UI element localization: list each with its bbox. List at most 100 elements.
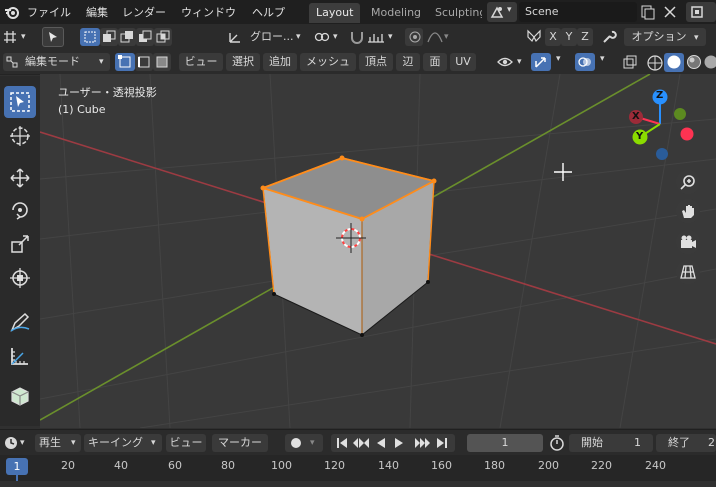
playback-dropdown[interactable]: 再生 ▾: [35, 434, 81, 452]
mirror-z-toggle[interactable]: Z: [577, 28, 593, 46]
chevron-down-icon: ▾: [444, 32, 449, 42]
frame-start-field[interactable]: 開始 1: [569, 434, 653, 452]
mirror-butterfly-icon[interactable]: [526, 29, 542, 45]
scene-selector-button[interactable]: ▾: [487, 2, 517, 22]
menu-uv[interactable]: UV: [450, 53, 476, 71]
tool-measure[interactable]: [4, 340, 36, 372]
mirror-x-toggle[interactable]: X: [545, 28, 561, 46]
ruler-tick: 80: [221, 459, 235, 472]
select-mode-subtract-button[interactable]: [118, 28, 136, 46]
new-scene-icon[interactable]: [640, 4, 656, 20]
chevron-down-icon: ▾: [310, 438, 315, 448]
tab-layout[interactable]: Layout: [309, 3, 361, 23]
timeline-ruler[interactable]: 1 20 40 60 80 100 120 140 160 180 200 22…: [0, 455, 716, 487]
tool-transform[interactable]: [4, 262, 36, 294]
playhead-frame-indicator[interactable]: 1: [6, 458, 28, 475]
proportional-falloff-dropdown[interactable]: ▾: [426, 28, 454, 46]
visibility-dropdown[interactable]: ▾: [496, 53, 528, 71]
frame-end-field[interactable]: 終了 2: [656, 434, 716, 452]
active-object-label: (1) Cube: [58, 103, 106, 116]
mode-label: 編集モード: [25, 55, 80, 68]
shading-rendered-icon[interactable]: [703, 54, 716, 70]
3d-viewport[interactable]: ユーザー・透視投影 (1) Cube Z X Y: [40, 74, 716, 428]
keying-dropdown[interactable]: キーイング ▾: [84, 434, 162, 452]
zoom-button[interactable]: [676, 170, 700, 194]
tool-annotate[interactable]: [4, 306, 36, 338]
select-mode-new-button[interactable]: [80, 28, 100, 46]
perspective-toggle-button[interactable]: [676, 260, 700, 284]
shading-solid-button[interactable]: [664, 53, 684, 72]
select-mode-intersect-button[interactable]: [154, 28, 172, 46]
menu-mesh[interactable]: メッシュ: [300, 53, 356, 71]
select-tool-button[interactable]: [42, 27, 64, 47]
transform-orientation-value: グロー...: [250, 30, 294, 43]
tab-modeling[interactable]: Modeling: [364, 3, 428, 23]
menu-window[interactable]: ウィンドウ: [181, 4, 236, 20]
link-pivot-icon: [314, 32, 330, 42]
menu-edge[interactable]: 辺: [396, 53, 420, 71]
tool-move[interactable]: [4, 162, 36, 194]
chevron-down-icon[interactable]: ▾: [556, 54, 561, 64]
menu-view[interactable]: ビュー: [179, 53, 223, 71]
edge-select-mode-button[interactable]: [135, 53, 153, 71]
chevron-down-icon: ▾: [71, 438, 76, 448]
face-select-mode-button[interactable]: [153, 53, 171, 71]
chevron-down-icon[interactable]: ▾: [600, 54, 605, 64]
ruler-tick: 220: [591, 459, 612, 472]
timeline-scrollbar[interactable]: [0, 481, 716, 487]
menu-select[interactable]: 選択: [226, 53, 260, 71]
ruler-tick: 120: [324, 459, 345, 472]
view-layer-button[interactable]: [686, 2, 716, 22]
vertex-select-mode-button[interactable]: [115, 53, 135, 71]
mirror-y-toggle[interactable]: Y: [561, 28, 577, 46]
tool-scale[interactable]: [4, 228, 36, 260]
current-frame-field[interactable]: 1: [467, 434, 543, 452]
timeline-menu-view[interactable]: ビュー: [166, 434, 206, 452]
snap-target-dropdown[interactable]: ▾: [366, 28, 396, 46]
pan-button[interactable]: [676, 199, 700, 223]
menu-help[interactable]: ヘルプ: [252, 4, 285, 20]
tool-select-box[interactable]: [4, 86, 36, 118]
wrench-icon[interactable]: [601, 29, 617, 45]
stopwatch-icon[interactable]: [549, 435, 565, 451]
navigation-gizmo[interactable]: Z X Y: [620, 84, 700, 164]
select-mode-extend-button[interactable]: [100, 28, 118, 46]
mode-dropdown[interactable]: 編集モード ▾: [3, 53, 110, 71]
timeline-menu-marker[interactable]: マーカー: [212, 434, 268, 452]
overlay-toggle[interactable]: [575, 53, 595, 71]
tab-sculpting[interactable]: Sculpting: [428, 3, 482, 23]
options-dropdown[interactable]: オプション ▾: [624, 28, 706, 46]
xray-toggle-icon[interactable]: [622, 55, 638, 71]
select-mode-difference-button[interactable]: [136, 28, 154, 46]
scene-icon: [490, 6, 504, 18]
gizmo-toggle[interactable]: [531, 53, 551, 71]
auto-keying-toggle[interactable]: ▾: [285, 434, 323, 452]
ruler-tick: 100: [271, 459, 292, 472]
editor-type-dropdown[interactable]: ▾: [2, 434, 30, 452]
zoom-magnifier-icon: [680, 175, 695, 190]
menu-file[interactable]: ファイル: [27, 4, 71, 20]
falloff-curve-icon: [427, 32, 443, 43]
delete-scene-icon[interactable]: [662, 4, 678, 20]
keying-label: キーイング: [88, 436, 143, 449]
tool-cursor[interactable]: [4, 120, 36, 152]
proportional-editing-toggle[interactable]: [405, 28, 423, 46]
menu-edit[interactable]: 編集: [86, 4, 108, 20]
transform-orientation-dropdown[interactable]: グロー... ▾: [228, 28, 304, 46]
menu-add[interactable]: 追加: [263, 53, 297, 71]
chevron-down-icon: ▾: [388, 32, 393, 42]
menu-vertex[interactable]: 頂点: [359, 53, 393, 71]
shading-material-icon[interactable]: [686, 54, 702, 70]
menu-render[interactable]: レンダー: [122, 4, 166, 20]
tool-rotate[interactable]: [4, 194, 36, 226]
scene-name-field[interactable]: Scene: [519, 2, 637, 22]
select-box-icon: [10, 92, 30, 112]
snap-toggle[interactable]: [348, 28, 366, 46]
tool-add-cube[interactable]: [4, 380, 36, 412]
pivot-point-dropdown[interactable]: ▾: [313, 28, 343, 46]
shading-wireframe-icon[interactable]: [646, 54, 664, 72]
pivot-selector[interactable]: ▾: [3, 28, 31, 46]
menu-face[interactable]: 面: [423, 53, 447, 71]
camera-view-button[interactable]: [676, 230, 700, 254]
blender-logo-icon[interactable]: [4, 4, 20, 20]
